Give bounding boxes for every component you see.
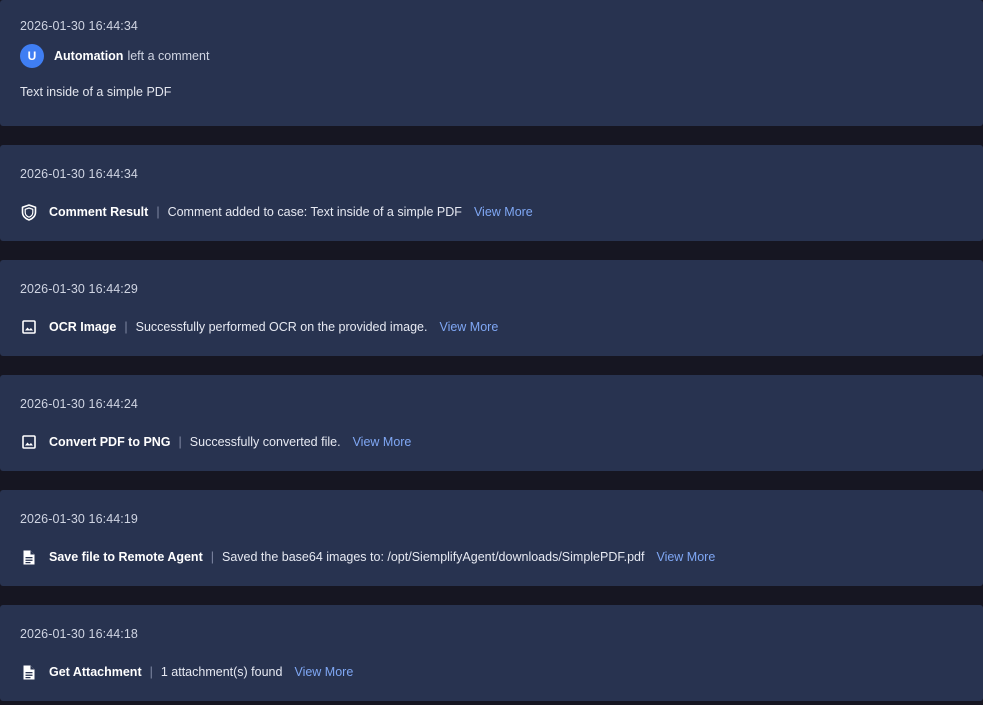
action-row: Comment Result | Comment added to case: … — [20, 203, 533, 221]
view-more-link[interactable]: View More — [474, 205, 533, 219]
action-message: 1 attachment(s) found — [160, 665, 283, 679]
separator: | — [210, 550, 214, 564]
view-more-link[interactable]: View More — [439, 320, 498, 334]
action-message: Successfully converted file. — [189, 435, 341, 449]
action-timestamp: 2026-01-30 16:44:34 — [20, 167, 138, 181]
comment-card: 2026-01-30 16:44:34 U Automation left a … — [0, 0, 983, 126]
action-name: OCR Image — [49, 320, 117, 334]
action-name: Comment Result — [49, 205, 149, 219]
action-message: Comment added to case: Text inside of a … — [167, 205, 462, 219]
action-row: OCR Image | Successfully performed OCR o… — [20, 318, 498, 336]
image-icon — [20, 318, 38, 336]
action-timestamp: 2026-01-30 16:44:19 — [20, 512, 138, 526]
action-name: Get Attachment — [49, 665, 142, 679]
action-row: Convert PDF to PNG | Successfully conver… — [20, 433, 411, 451]
action-card-get-attachment: 2026-01-30 16:44:18 Get Attachment | 1 a… — [0, 605, 983, 701]
action-card-ocr-image: 2026-01-30 16:44:29 OCR Image | Successf… — [0, 260, 983, 356]
avatar: U — [20, 44, 44, 68]
action-row: Get Attachment | 1 attachment(s) found V… — [20, 663, 353, 681]
action-card-comment-result: 2026-01-30 16:44:34 Comment Result | Com… — [0, 145, 983, 241]
comment-body: Text inside of a simple PDF — [20, 85, 172, 99]
document-icon — [20, 663, 38, 681]
action-name: Save file to Remote Agent — [49, 550, 203, 564]
action-timestamp: 2026-01-30 16:44:18 — [20, 627, 138, 641]
action-timestamp: 2026-01-30 16:44:29 — [20, 282, 138, 296]
action-card-convert-pdf: 2026-01-30 16:44:24 Convert PDF to PNG |… — [0, 375, 983, 471]
action-timestamp: 2026-01-30 16:44:24 — [20, 397, 138, 411]
action-message: Saved the base64 images to: /opt/Siempli… — [222, 550, 645, 564]
comment-timestamp: 2026-01-30 16:44:34 — [20, 19, 138, 33]
separator: | — [124, 320, 128, 334]
separator: | — [156, 205, 160, 219]
action-message: Successfully performed OCR on the provid… — [135, 320, 428, 334]
image-icon — [20, 433, 38, 451]
activity-feed: 2026-01-30 16:44:34 U Automation left a … — [0, 0, 983, 705]
separator: | — [178, 435, 182, 449]
shield-icon — [20, 203, 38, 221]
view-more-link[interactable]: View More — [656, 550, 715, 564]
action-card-save-file: 2026-01-30 16:44:19 Save file to Remote … — [0, 490, 983, 586]
separator: | — [149, 665, 153, 679]
document-icon — [20, 548, 38, 566]
comment-author: Automation — [54, 49, 124, 63]
view-more-link[interactable]: View More — [294, 665, 353, 679]
action-row: Save file to Remote Agent | Saved the ba… — [20, 548, 715, 566]
comment-action-text: left a comment — [127, 49, 210, 63]
view-more-link[interactable]: View More — [353, 435, 412, 449]
action-name: Convert PDF to PNG — [49, 435, 171, 449]
comment-header: U Automation left a comment — [20, 44, 209, 68]
